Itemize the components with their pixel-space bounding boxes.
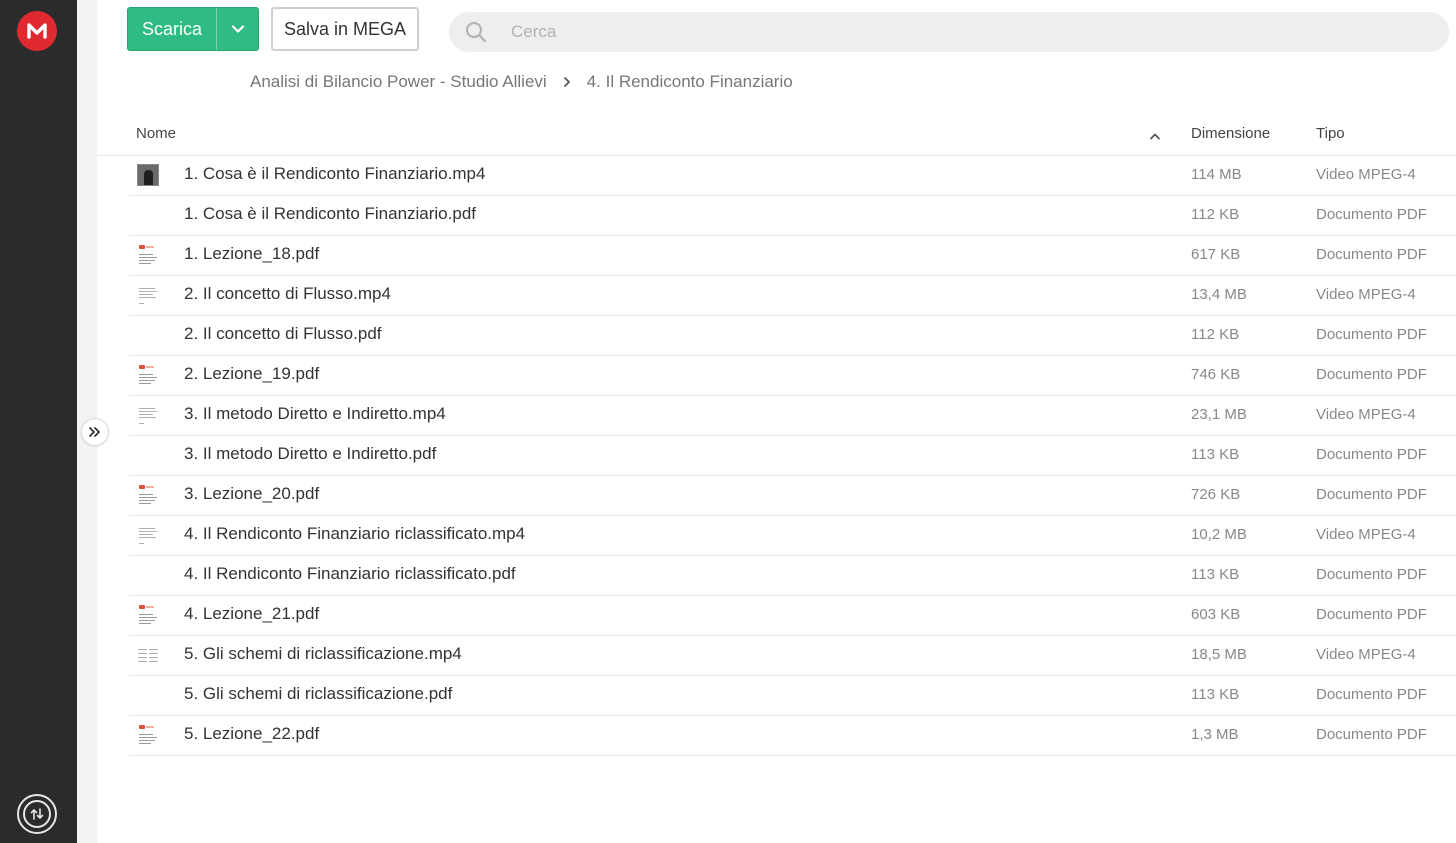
search-input[interactable] [509, 21, 1413, 43]
video-slide-thumbnail-icon [137, 404, 159, 426]
file-size: 746 KB [1191, 366, 1241, 383]
file-name: 4. Il Rendiconto Finanziario riclassific… [184, 524, 526, 543]
column-header-type[interactable]: Tipo [1316, 125, 1345, 142]
search-bar[interactable] [449, 12, 1449, 52]
file-name: 4. Lezione_21.pdf [184, 604, 320, 623]
save-to-mega-button[interactable]: Salva in MEGA [271, 7, 419, 51]
video-slide-thumbnail-icon [137, 524, 159, 546]
file-type: Documento PDF [1316, 606, 1427, 623]
chevron-down-icon[interactable] [217, 8, 258, 50]
table-row[interactable]: 2. Il concetto di Flusso.mp4 13,4 MB Video… [129, 276, 1456, 316]
file-table: Nome Dimensione Tipo 1. Cosa è il Rendic… [97, 113, 1456, 756]
file-size: 10,2 MB [1191, 526, 1247, 543]
table-row[interactable]: 5. Lezione_22.pdf 1,3 MB Documento PDF [129, 716, 1456, 756]
file-name: 5. Lezione_22.pdf [184, 724, 320, 743]
file-type: Documento PDF [1316, 446, 1427, 463]
video-slide-thumbnail-icon [137, 284, 159, 306]
chevron-up-icon[interactable] [1149, 127, 1161, 144]
video-thumbnail-icon [137, 164, 159, 186]
download-button-label[interactable]: Scarica [128, 8, 216, 50]
download-button[interactable]: Scarica [127, 7, 259, 51]
file-type-icon [137, 684, 159, 706]
file-type: Video MPEG-4 [1316, 646, 1416, 663]
pdf-thumbnail-icon [137, 724, 159, 746]
file-size: 113 KB [1191, 686, 1240, 703]
file-name: 3. Lezione_20.pdf [184, 484, 320, 503]
file-type: Documento PDF [1316, 566, 1427, 583]
pdf-thumbnail-icon [137, 484, 159, 506]
file-size: 112 KB [1191, 206, 1240, 223]
file-size: 603 KB [1191, 606, 1241, 623]
file-type: Documento PDF [1316, 486, 1427, 503]
file-type: Documento PDF [1316, 686, 1427, 703]
table-row[interactable]: 3. Il metodo Diretto e Indiretto.mp4 23,1… [129, 396, 1456, 436]
file-type: Video MPEG-4 [1316, 526, 1416, 543]
file-type: Documento PDF [1316, 246, 1427, 263]
file-name: 1. Cosa è il Rendiconto Finanziario.pdf [184, 204, 476, 223]
file-name: 2. Il concetto di Flusso.mp4 [184, 284, 391, 303]
file-type-icon [137, 564, 159, 586]
file-size: 113 KB [1191, 566, 1240, 583]
file-name: 5. Gli schemi di riclassificazione.pdf [184, 684, 453, 703]
file-type: Video MPEG-4 [1316, 166, 1416, 183]
table-header: Nome Dimensione Tipo [97, 113, 1456, 156]
breadcrumb-current: 4. Il Rendiconto Finanziario [586, 72, 793, 91]
column-header-name[interactable]: Nome [136, 125, 176, 142]
pdf-thumbnail-icon [137, 244, 159, 266]
table-row[interactable]: 2. Lezione_19.pdf 746 KB Documento PDF [129, 356, 1456, 396]
file-type: Documento PDF [1316, 726, 1427, 743]
table-row[interactable]: 1. Lezione_18.pdf 617 KB Documento PDF [129, 236, 1456, 276]
transfer-manager-icon[interactable] [17, 794, 57, 834]
file-size: 13,4 MB [1191, 286, 1247, 303]
table-body: 1. Cosa è il Rendiconto Finanziario.mp4 1… [97, 156, 1456, 756]
file-size: 114 MB [1191, 166, 1242, 183]
file-type: Documento PDF [1316, 206, 1427, 223]
table-row[interactable]: 1. Cosa è il Rendiconto Finanziario.pdf 1… [129, 196, 1456, 236]
column-header-size[interactable]: Dimensione [1191, 125, 1270, 142]
file-size: 1,3 MB [1191, 726, 1239, 743]
breadcrumb-parent[interactable]: Analisi di Bilancio Power - Studio Allie… [250, 72, 547, 92]
file-size: 726 KB [1191, 486, 1241, 503]
table-row[interactable]: 3. Il metodo Diretto e Indiretto.pdf 113 … [129, 436, 1456, 476]
search-icon [451, 20, 501, 44]
file-name: 3. Il metodo Diretto e Indiretto.mp4 [184, 404, 446, 423]
chevron-right-icon [563, 76, 571, 88]
file-name: 2. Il concetto di Flusso.pdf [184, 324, 382, 343]
table-row[interactable]: 2. Il concetto di Flusso.pdf 112 KB Docume… [129, 316, 1456, 356]
breadcrumb: Analisi di Bilancio Power - Studio Allie… [250, 71, 793, 93]
file-type: Documento PDF [1316, 326, 1427, 343]
file-type: Video MPEG-4 [1316, 286, 1416, 303]
file-size: 18,5 MB [1191, 646, 1247, 663]
file-size: 113 KB [1191, 446, 1240, 463]
file-size: 617 KB [1191, 246, 1241, 263]
left-rail [0, 0, 77, 843]
file-type: Documento PDF [1316, 366, 1427, 383]
file-name: 4. Il Rendiconto Finanziario riclassific… [184, 564, 516, 583]
table-row[interactable]: 4. Il Rendiconto Finanziario riclassific… [129, 556, 1456, 596]
video-table-thumbnail-icon [137, 644, 159, 666]
table-row[interactable]: 4. Il Rendiconto Finanziario riclassific… [129, 516, 1456, 556]
table-row[interactable]: 3. Lezione_20.pdf 726 KB Documento PDF [129, 476, 1456, 516]
file-type-icon [137, 324, 159, 346]
pdf-thumbnail-icon [137, 364, 159, 386]
file-size: 23,1 MB [1191, 406, 1247, 423]
file-type-icon [137, 444, 159, 466]
file-size: 112 KB [1191, 326, 1240, 343]
file-name: 1. Lezione_18.pdf [184, 244, 320, 263]
file-type: Video MPEG-4 [1316, 406, 1416, 423]
mega-logo-icon[interactable] [17, 11, 57, 51]
table-row[interactable]: 1. Cosa è il Rendiconto Finanziario.mp4 1… [129, 156, 1456, 196]
file-name: 3. Il metodo Diretto e Indiretto.pdf [184, 444, 437, 463]
table-row[interactable]: 5. Gli schemi di riclassificazione.pdf 11… [129, 676, 1456, 716]
file-name: 2. Lezione_19.pdf [184, 364, 320, 383]
table-row[interactable]: 4. Lezione_21.pdf 603 KB Documento PDF [129, 596, 1456, 636]
table-row[interactable]: 5. Gli schemi di riclassificazione.mp4 18… [129, 636, 1456, 676]
file-name: 5. Gli schemi di riclassificazione.mp4 [184, 644, 462, 663]
pdf-thumbnail-icon [137, 604, 159, 626]
file-name: 1. Cosa è il Rendiconto Finanziario.mp4 [184, 164, 486, 183]
file-type-icon [137, 204, 159, 226]
